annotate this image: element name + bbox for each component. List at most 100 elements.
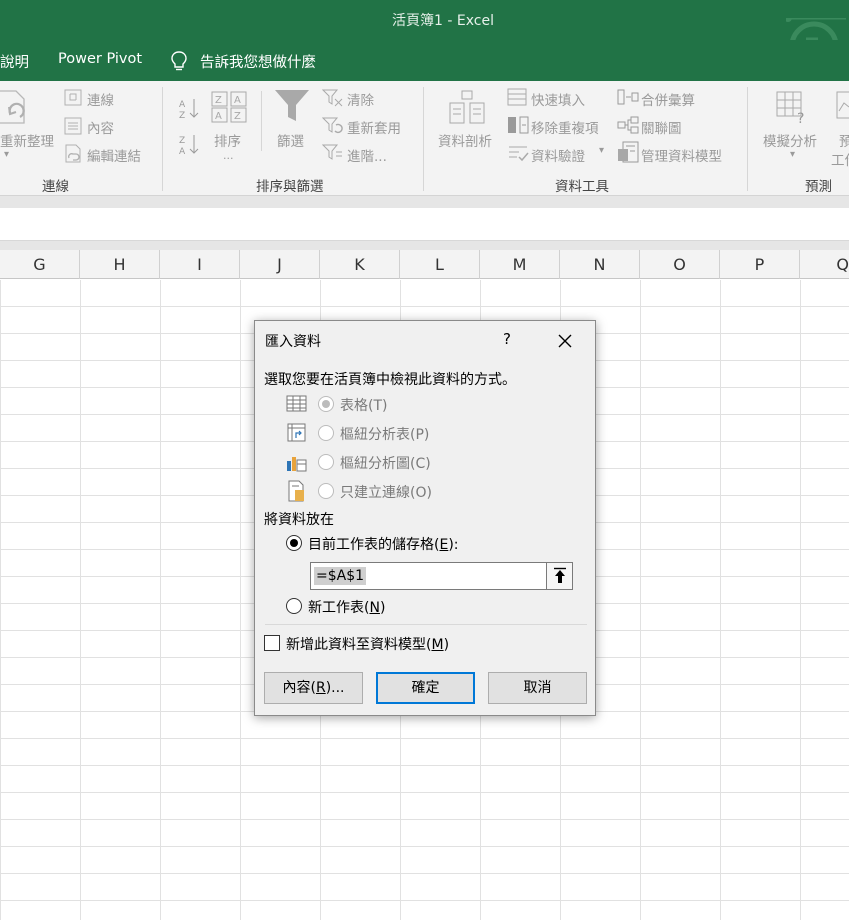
ribbon: 重新整理 ▾ 連線 內容 編輯連結 連線 A Z Z A Z A A Z 排序 … [0,81,849,196]
column-header-i[interactable]: I [160,250,240,279]
remove-duplicates-button[interactable]: 移除重複項 [531,117,599,137]
menu-power-pivot[interactable]: Power Pivot [58,51,142,67]
data-validation-button[interactable]: 資料驗證 [531,145,585,165]
refresh-all-button[interactable]: 重新整理 [0,130,54,150]
svg-text:?: ? [797,111,804,125]
table-icon [286,395,307,412]
column-header-l[interactable]: L [400,250,480,279]
relationships-button[interactable]: 關聯圖 [641,117,682,137]
what-if-dropdown[interactable]: ▾ [790,149,795,160]
add-to-data-model-label: 新增此資料至資料模型(M) [286,637,450,653]
dialog-title: 匯入資料 [265,334,321,350]
column-header-k[interactable]: K [320,250,400,279]
connection-only-option-label: 只建立連線(O) [340,485,432,501]
data-validation-dropdown[interactable]: ▾ [599,145,604,156]
sort-more: ... [223,149,234,162]
new-worksheet-label: 新工作表(N) [308,600,386,616]
title-bar: 活頁簿1 - Excel [0,0,849,71]
pivot-table-icon [287,423,306,442]
pivot-chart-icon [287,457,307,472]
text-to-columns-icon [449,90,485,124]
forecast-sheet-label-2: 工作 [831,153,849,169]
formula-bar-gap [0,241,849,250]
svg-text:Z: Z [179,111,185,119]
svg-text:A: A [179,100,186,110]
consolidate-button[interactable]: 合併彙算 [641,89,695,109]
sort-ascending-icon: A Z [179,99,199,119]
refresh-all-icon [0,90,25,124]
ok-button[interactable]: 確定 [376,672,475,704]
forecast-sheet-icon [836,91,849,119]
svg-text:Z: Z [179,136,185,146]
refresh-dropdown-arrow[interactable]: ▾ [4,149,9,160]
connection-only-icon [288,480,304,502]
column-header-o[interactable]: O [640,250,720,279]
window-title: 活頁簿1 - Excel [392,13,494,29]
ribbon-separator [423,87,424,191]
connections-button[interactable]: 連線 [87,89,114,109]
location-label: 將資料放在 [264,512,334,528]
ribbon-separator-inner [261,91,262,151]
help-button[interactable]: ? [503,330,511,348]
advanced-filter-icon [322,144,342,160]
table-option-label: 表格(T) [340,398,388,414]
close-icon[interactable] [553,329,577,353]
cell-reference-value: =$A$1 [314,567,367,585]
what-if-analysis-button[interactable]: 模擬分析 [763,130,817,150]
text-to-columns-button[interactable]: 資料剖析 [438,130,492,150]
properties-icon [64,117,82,135]
collapse-dialog-button[interactable] [546,563,572,589]
column-header-q[interactable]: Q [800,250,849,279]
relationships-icon [617,116,639,134]
new-worksheet-radio[interactable] [286,598,302,614]
menu-help[interactable]: 說明 [0,51,29,72]
flash-fill-button[interactable]: 快速填入 [531,89,585,109]
table-radio[interactable] [318,396,334,412]
flash-fill-icon [507,88,527,106]
pivot-chart-option-label: 樞紐分析圖(C) [340,456,431,472]
manage-data-model-button[interactable]: 管理資料模型 [641,145,722,165]
existing-worksheet-label: 目前工作表的儲存格(E): [308,537,459,553]
forecast-sheet-button[interactable]: 預 [839,130,849,150]
edit-links-button[interactable]: 編輯連結 [87,145,141,165]
tell-me-search[interactable]: 告訴我您想做什麼 [200,51,316,72]
pivot-table-radio[interactable] [318,425,334,441]
column-header-row: G H I J K L M N O P Q [0,250,849,279]
clear-button[interactable]: 清除 [347,89,374,109]
connection-only-radio[interactable] [318,483,334,499]
column-header-j[interactable]: J [240,250,320,279]
filter-button[interactable]: 篩選 [277,130,304,150]
properties-button[interactable]: 內容 [87,117,114,137]
data-tools-group-label: 資料工具 [555,179,609,195]
advanced-button[interactable]: 進階... [347,145,387,165]
existing-worksheet-radio[interactable] [286,535,302,551]
reapply-icon [322,117,343,134]
formula-bar[interactable] [0,208,849,241]
column-header-m[interactable]: M [480,250,560,279]
reapply-button[interactable]: 重新套用 [347,117,401,137]
sort-icon: Z A A Z [211,91,247,123]
dialog-separator [265,624,587,625]
column-header-n[interactable]: N [560,250,640,279]
ribbon-separator [747,87,748,191]
svg-text:Z: Z [215,95,222,106]
properties-button[interactable]: 內容(R)... [264,672,363,704]
consolidate-icon [617,89,639,105]
column-header-p[interactable]: P [720,250,800,279]
connections-icon [64,89,82,106]
sort-button[interactable]: 排序 [214,130,241,150]
remove-duplicates-icon [508,116,529,134]
manage-data-model-icon [618,141,639,163]
ribbon-separator [162,87,163,191]
svg-text:A: A [234,95,241,106]
svg-text:A: A [215,111,222,122]
column-header-h[interactable]: H [80,250,160,279]
filter-icon [275,90,309,121]
cell-reference-input[interactable]: =$A$1 [310,562,573,590]
import-data-dialog: 匯入資料 ? 選取您要在活頁簿中檢視此資料的方式。 表格(T) 樞紐分析表(P)… [254,320,596,716]
data-validation-icon [509,146,529,162]
column-header-g[interactable]: G [0,250,80,279]
add-to-data-model-checkbox[interactable] [264,635,280,651]
cancel-button[interactable]: 取消 [488,672,587,704]
pivot-chart-radio[interactable] [318,454,334,470]
